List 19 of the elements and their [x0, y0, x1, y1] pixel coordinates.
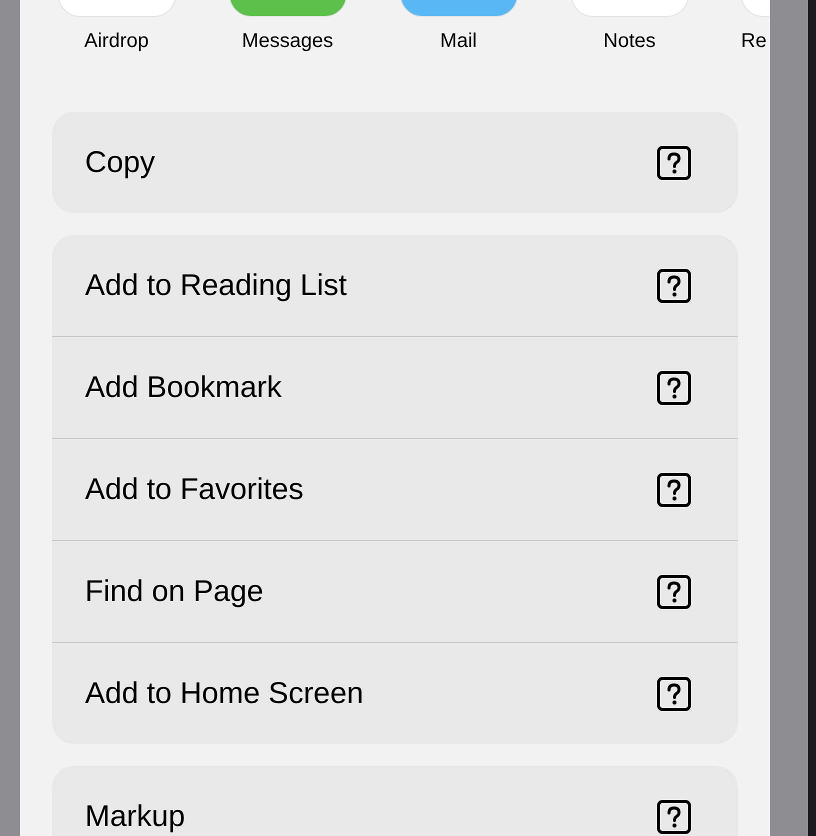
question-mark-icon [657, 146, 691, 180]
action-row[interactable]: Add to Home Screen [52, 642, 738, 744]
action-row[interactable]: Add to Reading List [52, 235, 738, 336]
question-mark-icon [657, 472, 691, 506]
app-label: Mail [440, 29, 477, 53]
app-label: Airdrop [84, 29, 149, 53]
action-row[interactable]: Add to Favorites [52, 438, 738, 540]
question-mark-icon [657, 370, 691, 404]
app-label: Re [741, 29, 767, 53]
app-label: Messages [242, 29, 334, 53]
action-row[interactable]: Find on Page [52, 540, 738, 642]
question-mark-icon [657, 574, 691, 608]
action-row[interactable]: Markup [52, 766, 738, 836]
action-row[interactable]: Add Bookmark [52, 336, 738, 438]
question-mark-icon [657, 676, 691, 710]
app-label: Notes [603, 29, 656, 53]
action-row[interactable]: Copy [52, 112, 738, 213]
question-mark-icon [657, 800, 691, 834]
question-mark-icon [657, 268, 691, 302]
